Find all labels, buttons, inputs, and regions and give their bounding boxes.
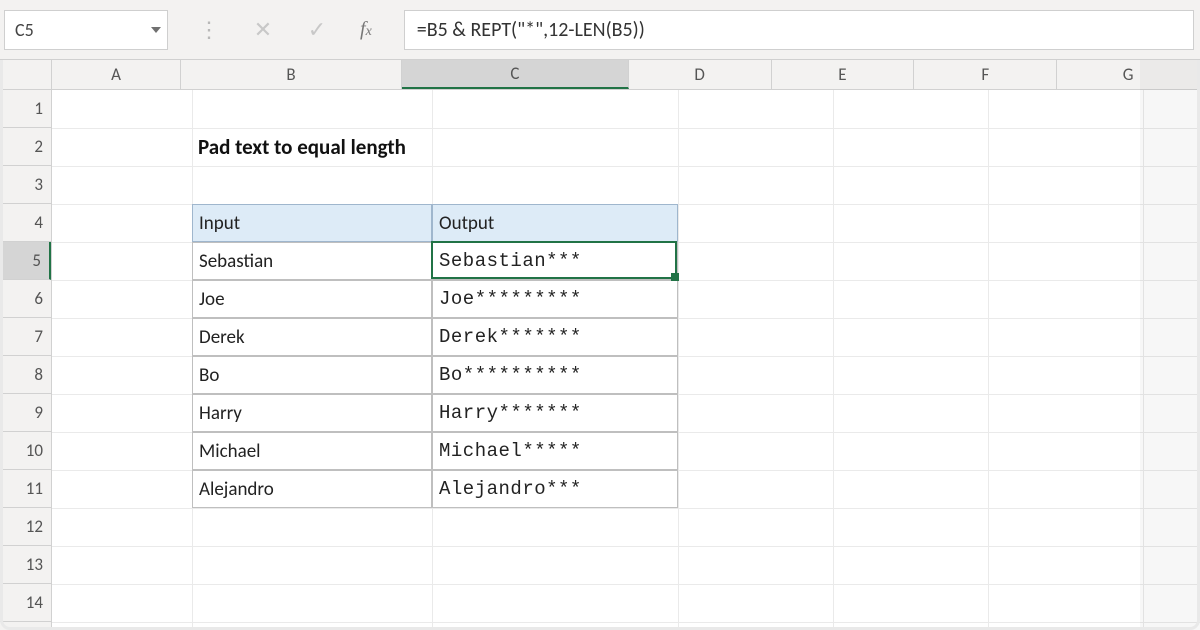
formula-input-wrap	[404, 10, 1194, 50]
table-row[interactable]: Sebastian***	[432, 242, 678, 280]
row-header-4[interactable]: 4	[0, 204, 51, 242]
table-row[interactable]: Derek	[192, 318, 432, 356]
row-header-8[interactable]: 8	[0, 356, 51, 394]
cells-area[interactable]: Pad text to equal length InputOutputSebas…	[52, 90, 1200, 630]
table-row[interactable]: Bo	[192, 356, 432, 394]
row-headers: 1234567891011121314	[0, 90, 52, 630]
col-header-D[interactable]: D	[629, 60, 772, 89]
row-header-2[interactable]: 2	[0, 128, 51, 166]
formula-bar-buttons: ⋮ ✕ ✓ fx	[168, 16, 404, 43]
more-icon[interactable]: ⋮	[198, 19, 220, 41]
enter-icon[interactable]: ✓	[306, 16, 328, 43]
table-header-input[interactable]: Input	[192, 204, 432, 242]
chevron-down-icon	[151, 27, 161, 33]
formula-bar: ⋮ ✕ ✓ fx	[0, 0, 1200, 60]
col-header-C[interactable]: C	[402, 60, 629, 89]
row-header-9[interactable]: 9	[0, 394, 51, 432]
table-row[interactable]: Alejandro***	[432, 470, 678, 508]
table-row[interactable]: Bo**********	[432, 356, 678, 394]
row-header-13[interactable]: 13	[0, 546, 51, 584]
column-headers: ABCDEFG	[52, 60, 1200, 90]
row-header-6[interactable]: 6	[0, 280, 51, 318]
row-header-3[interactable]: 3	[0, 166, 51, 204]
table-row[interactable]: Michael	[192, 432, 432, 470]
name-box[interactable]	[5, 11, 145, 49]
table-row[interactable]: Harry*******	[432, 394, 678, 432]
name-box-dropdown[interactable]	[145, 11, 167, 49]
row-header-12[interactable]: 12	[0, 508, 51, 546]
table-row[interactable]: Sebastian	[192, 242, 432, 280]
row-header-1[interactable]: 1	[0, 90, 51, 128]
row-header-7[interactable]: 7	[0, 318, 51, 356]
row-header-5[interactable]: 5	[0, 242, 51, 280]
row-header-10[interactable]: 10	[0, 432, 51, 470]
col-header-G[interactable]: G	[1057, 60, 1200, 89]
table-row[interactable]: Alejandro	[192, 470, 432, 508]
col-header-E[interactable]: E	[772, 60, 915, 89]
fx-icon[interactable]: fx	[360, 18, 382, 41]
cancel-icon[interactable]: ✕	[252, 16, 274, 43]
table-row[interactable]: Joe	[192, 280, 432, 318]
page-title[interactable]: Pad text to equal length	[192, 128, 692, 166]
table-row[interactable]: Michael*****	[432, 432, 678, 470]
name-box-wrap	[4, 10, 168, 50]
worksheet: ABCDEFG 1234567891011121314 Pad text to …	[0, 60, 1200, 630]
table-header-output[interactable]: Output	[432, 204, 678, 242]
table-row[interactable]: Harry	[192, 394, 432, 432]
col-header-B[interactable]: B	[181, 60, 402, 89]
table-row[interactable]: Joe*********	[432, 280, 678, 318]
select-all-corner[interactable]	[0, 60, 52, 90]
formula-input[interactable]	[405, 11, 1193, 49]
row-header-14[interactable]: 14	[0, 584, 51, 622]
col-header-F[interactable]: F	[914, 60, 1057, 89]
table-row[interactable]: Derek*******	[432, 318, 678, 356]
col-header-A[interactable]: A	[52, 60, 181, 89]
row-header-11[interactable]: 11	[0, 470, 51, 508]
